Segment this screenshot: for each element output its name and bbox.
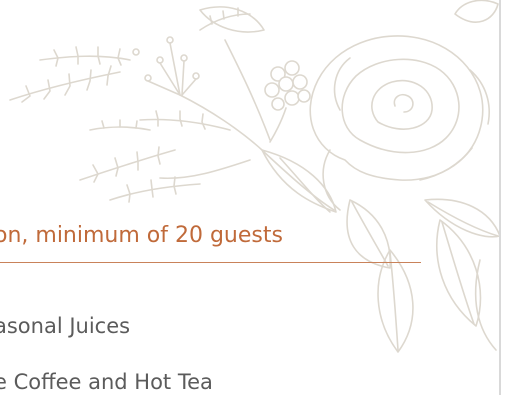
- page-edge-divider: [499, 0, 501, 395]
- menu-item: asonal Juices: [0, 314, 131, 338]
- section-heading: on, minimum of 20 guests: [0, 223, 283, 248]
- heading-underline: [0, 262, 421, 263]
- berry-cluster-icon: [264, 60, 311, 143]
- menu-page: on, minimum of 20 guests asonal Juices e…: [0, 0, 508, 395]
- sprig-icon: [9, 7, 251, 203]
- rose-icon: [309, 35, 490, 211]
- menu-item: e Coffee and Hot Tea: [0, 370, 213, 394]
- leaf-icon: [199, 0, 501, 353]
